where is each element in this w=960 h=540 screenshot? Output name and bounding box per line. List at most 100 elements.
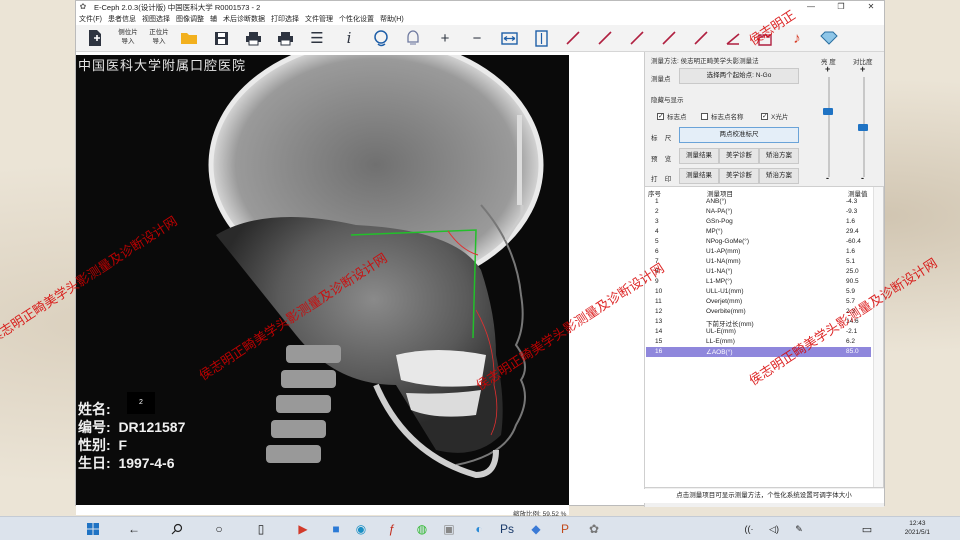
store-app-icon[interactable]: ■ bbox=[327, 520, 345, 538]
status-strip bbox=[76, 505, 569, 515]
cortana-icon[interactable]: ○ bbox=[210, 520, 228, 538]
table-row[interactable]: 6 U1-AP(mm) 1.6 bbox=[646, 247, 871, 257]
minimize-button[interactable]: — bbox=[796, 1, 826, 13]
wifi-icon[interactable]: ((· bbox=[740, 520, 758, 538]
row-index: 7 bbox=[655, 258, 659, 265]
new-file-icon[interactable] bbox=[84, 27, 106, 49]
video-app-icon[interactable]: ▶ bbox=[294, 520, 312, 538]
open-folder-icon[interactable] bbox=[178, 27, 200, 49]
table-row[interactable]: 10 ULL-U1(mm) 5.9 bbox=[646, 287, 871, 297]
table-row[interactable]: 13 下前牙过长(mm) 14.6 bbox=[646, 317, 871, 328]
line-tool-5-icon[interactable] bbox=[690, 27, 712, 49]
xray-checkbox-box[interactable]: ✓ bbox=[761, 112, 768, 120]
volume-icon[interactable]: ◁) bbox=[765, 520, 783, 538]
table-row[interactable]: 16 ∠AOB(°) 85.0 bbox=[646, 347, 871, 357]
menu-help[interactable]: 帮助(H) bbox=[377, 14, 407, 24]
table-row[interactable]: 15 LL-E(mm) 6.2 bbox=[646, 337, 871, 347]
xray-viewer[interactable]: 中国医科大学附属口腔医院 姓名: 2 编号: DR121587 性别: F 生日… bbox=[76, 55, 569, 505]
notification-icon[interactable]: ▭ bbox=[858, 520, 876, 538]
menu-file-manage[interactable]: 文件管理 bbox=[302, 14, 336, 24]
landmark-name-checkbox[interactable]: 标志点名称 bbox=[701, 111, 744, 121]
line-tool-3-icon[interactable] bbox=[626, 27, 648, 49]
task-view-icon[interactable]: ▯ bbox=[252, 520, 270, 538]
wechat-icon[interactable]: ◍ bbox=[413, 520, 431, 538]
music-icon[interactable]: ♪ bbox=[786, 27, 808, 49]
list-icon[interactable]: ☰ bbox=[306, 27, 328, 49]
fit-height-icon[interactable] bbox=[530, 27, 552, 49]
contrast-minus[interactable]: - bbox=[861, 173, 864, 183]
row-index: 14 bbox=[655, 328, 663, 335]
table-row[interactable]: 14 UL-E(mm) -2.1 bbox=[646, 327, 871, 337]
brightness-minus[interactable]: - bbox=[826, 173, 829, 183]
line-tool-2-icon[interactable] bbox=[594, 27, 616, 49]
contrast-plus[interactable]: + bbox=[860, 64, 865, 74]
table-row[interactable]: 2 NA-PA(°) -9.3 bbox=[646, 207, 871, 217]
diamond-icon[interactable] bbox=[818, 27, 840, 49]
line-tool-4-icon[interactable] bbox=[658, 27, 680, 49]
contrast-thumb[interactable] bbox=[858, 124, 868, 131]
menu-view[interactable]: 视图选择 bbox=[139, 14, 173, 24]
table-row[interactable]: 12 Overbite(mm) 2.3 bbox=[646, 307, 871, 317]
file-app-icon[interactable]: ▣ bbox=[440, 520, 458, 538]
table-row[interactable]: 5 NPog-GoMe(°) -60.4 bbox=[646, 237, 871, 247]
browser-app-icon[interactable]: ◆ bbox=[527, 520, 545, 538]
info-icon[interactable]: i bbox=[338, 27, 360, 49]
menu-assist[interactable]: 辅 bbox=[207, 14, 220, 24]
menu-print[interactable]: 打印选择 bbox=[268, 14, 302, 24]
line-tool-1-icon[interactable] bbox=[562, 27, 584, 49]
zoom-in-icon[interactable]: + bbox=[434, 27, 456, 49]
landmark-checkbox[interactable]: ✓ 标志点 bbox=[657, 111, 687, 121]
print-aesthetic-button[interactable]: 美学诊断 bbox=[719, 168, 759, 184]
print-result-button[interactable]: 测量结果 bbox=[679, 168, 719, 184]
castle-icon[interactable] bbox=[754, 27, 776, 49]
skull-icon[interactable] bbox=[402, 27, 424, 49]
menu-file[interactable]: 文件(F) bbox=[76, 14, 105, 24]
edge-browser-icon[interactable]: ◉ bbox=[352, 520, 370, 538]
table-row[interactable]: 3 GSn-Pog 1.6 bbox=[646, 217, 871, 227]
print-plan-button[interactable]: 矫治方案 bbox=[759, 168, 799, 184]
zoom-out-icon[interactable]: − bbox=[466, 27, 488, 49]
table-row[interactable]: 1 ANB(°) -4.3 bbox=[646, 197, 871, 207]
menu-personalize[interactable]: 个性化设置 bbox=[336, 14, 377, 24]
search-icon[interactable] bbox=[168, 520, 186, 538]
pen-icon[interactable]: ✎ bbox=[790, 520, 808, 538]
xray-checkbox[interactable]: ✓ X光片 bbox=[761, 111, 788, 121]
landmark-checkbox-box[interactable]: ✓ bbox=[657, 112, 664, 120]
brightness-thumb[interactable] bbox=[823, 108, 833, 115]
photoshop-icon[interactable]: Ps bbox=[498, 520, 516, 538]
back-arrow-icon[interactable]: ← bbox=[125, 520, 143, 538]
close-button[interactable]: ✕ bbox=[856, 1, 886, 13]
frontal-import-button[interactable]: 正位片 导入 bbox=[144, 28, 174, 46]
qq-app-icon[interactable]: ◐ bbox=[470, 520, 488, 538]
save-icon[interactable] bbox=[210, 27, 232, 49]
angle-tool-icon[interactable] bbox=[722, 27, 744, 49]
preview-plan-button[interactable]: 矫治方案 bbox=[759, 148, 799, 164]
menu-postop-data[interactable]: 术后诊断数据 bbox=[220, 14, 268, 24]
print-icon[interactable] bbox=[242, 27, 264, 49]
flash-app-icon[interactable]: ƒ bbox=[383, 520, 401, 538]
table-row[interactable]: 4 MP(°) 29.4 bbox=[646, 227, 871, 237]
landmark-name-checkbox-box[interactable] bbox=[701, 112, 708, 120]
table-row[interactable]: 9 L1-MP(°) 90.5 bbox=[646, 277, 871, 287]
fit-width-icon[interactable] bbox=[498, 27, 520, 49]
calibrate-ruler-button[interactable]: 两点校准标尺 bbox=[679, 127, 799, 143]
face-profile-icon[interactable] bbox=[370, 27, 392, 49]
brightness-track[interactable] bbox=[828, 77, 830, 177]
maximize-button[interactable]: ❐ bbox=[826, 1, 856, 13]
preview-aesthetic-button[interactable]: 美学诊断 bbox=[719, 148, 759, 164]
table-row[interactable]: 8 U1-NA(°) 25.0 bbox=[646, 267, 871, 277]
eceph-app-icon[interactable]: ✿ bbox=[585, 520, 603, 538]
brightness-plus[interactable]: + bbox=[825, 64, 830, 74]
windows-start-icon[interactable] bbox=[84, 520, 102, 538]
select-points-button[interactable]: 选择两个起始点: N-Go bbox=[679, 68, 799, 84]
powerpoint-icon[interactable]: P bbox=[556, 520, 574, 538]
menu-image-adjust[interactable]: 图像调整 bbox=[173, 14, 207, 24]
menu-patient-info[interactable]: 患者信息 bbox=[105, 14, 139, 24]
system-clock[interactable]: 12:43 2021/5/1 bbox=[905, 519, 930, 537]
lateral-import-button[interactable]: 侧位片 导入 bbox=[113, 28, 143, 46]
table-row[interactable]: 11 Overjet(mm) 5.7 bbox=[646, 297, 871, 307]
table-scrollbar[interactable] bbox=[873, 187, 883, 487]
print-preview-icon[interactable] bbox=[274, 27, 296, 49]
preview-result-button[interactable]: 测量结果 bbox=[679, 148, 719, 164]
table-row[interactable]: 7 U1-NA(mm) 5.1 bbox=[646, 257, 871, 267]
